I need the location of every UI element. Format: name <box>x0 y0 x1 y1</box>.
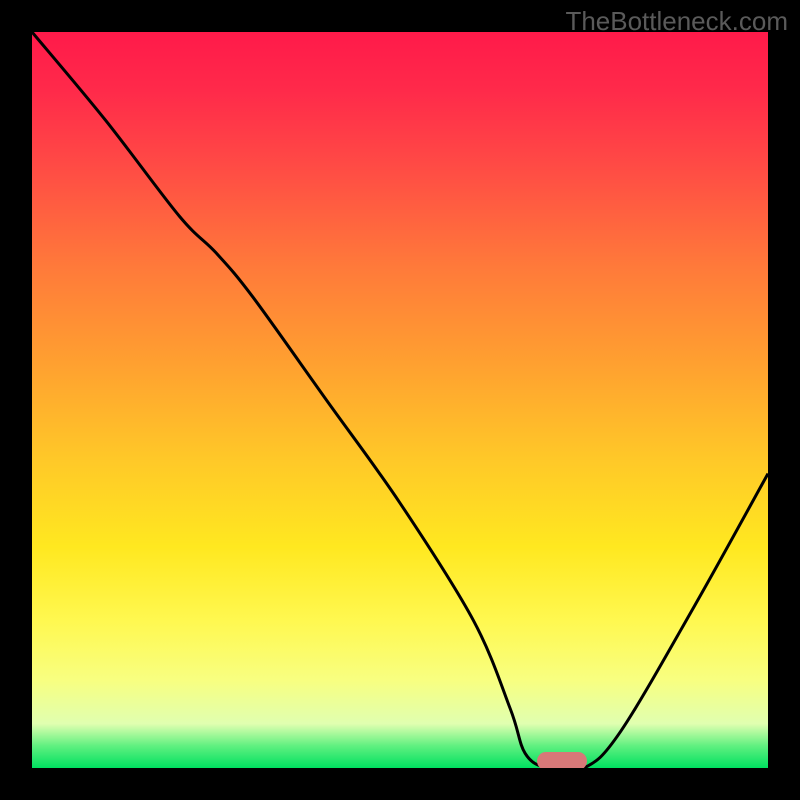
watermark-text: TheBottleneck.com <box>565 6 788 37</box>
plot-area <box>32 32 768 768</box>
selected-config-marker <box>537 752 587 768</box>
bottleneck-curve <box>32 32 768 768</box>
